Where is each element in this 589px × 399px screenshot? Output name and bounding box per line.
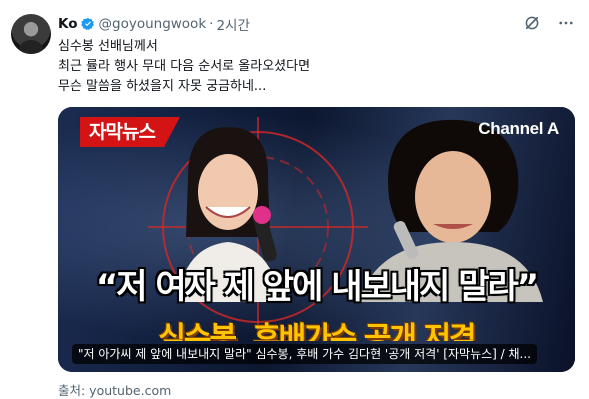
more-icon[interactable] [557,14,575,32]
verified-badge-icon [80,17,94,31]
link-source[interactable]: 출처: youtube.com [58,380,171,399]
tweet-text: 심수봉 선배님께서 최근 률라 행사 무대 다음 순서로 올라오셨다면 무슨 말… [58,37,310,97]
tweet-timestamp[interactable]: 2시간 [216,14,249,34]
tweet-text-line: 최근 률라 행사 무대 다음 순서로 올라오셨다면 [58,59,311,74]
card-title[interactable]: "저 아가씨 제 앞에 내보내지 말라" 심수봉, 후배 가수 김다현 '공개 … [72,344,537,364]
grok-icon[interactable] [523,14,541,32]
author-handle[interactable]: @goyoungwook [99,16,207,32]
thumbnail-subheadline: 심수봉, 후배가수 공개 저격 [158,321,476,341]
link-preview-card[interactable]: 자막뉴스 Channel A “저 여자 제 앞에 내보내지 말라” 심수봉, … [58,107,575,372]
author-avatar[interactable] [11,14,51,54]
author-name[interactable]: Ko [58,16,78,32]
thumbnail-headline: “저 여자 제 앞에 내보내지 말라” [95,267,539,307]
channel-logo: Channel A [478,119,559,138]
tweet-header: Ko @goyoungwook · 2시간 [58,14,250,34]
tweet-text-line: 무슨 말씀을 하셨을지 자못 궁금하네... [58,79,267,94]
tweet-text-line: 심수봉 선배님께서 [58,39,158,54]
news-badge: 자막뉴스 [80,117,180,147]
separator-dot: · [209,16,214,32]
